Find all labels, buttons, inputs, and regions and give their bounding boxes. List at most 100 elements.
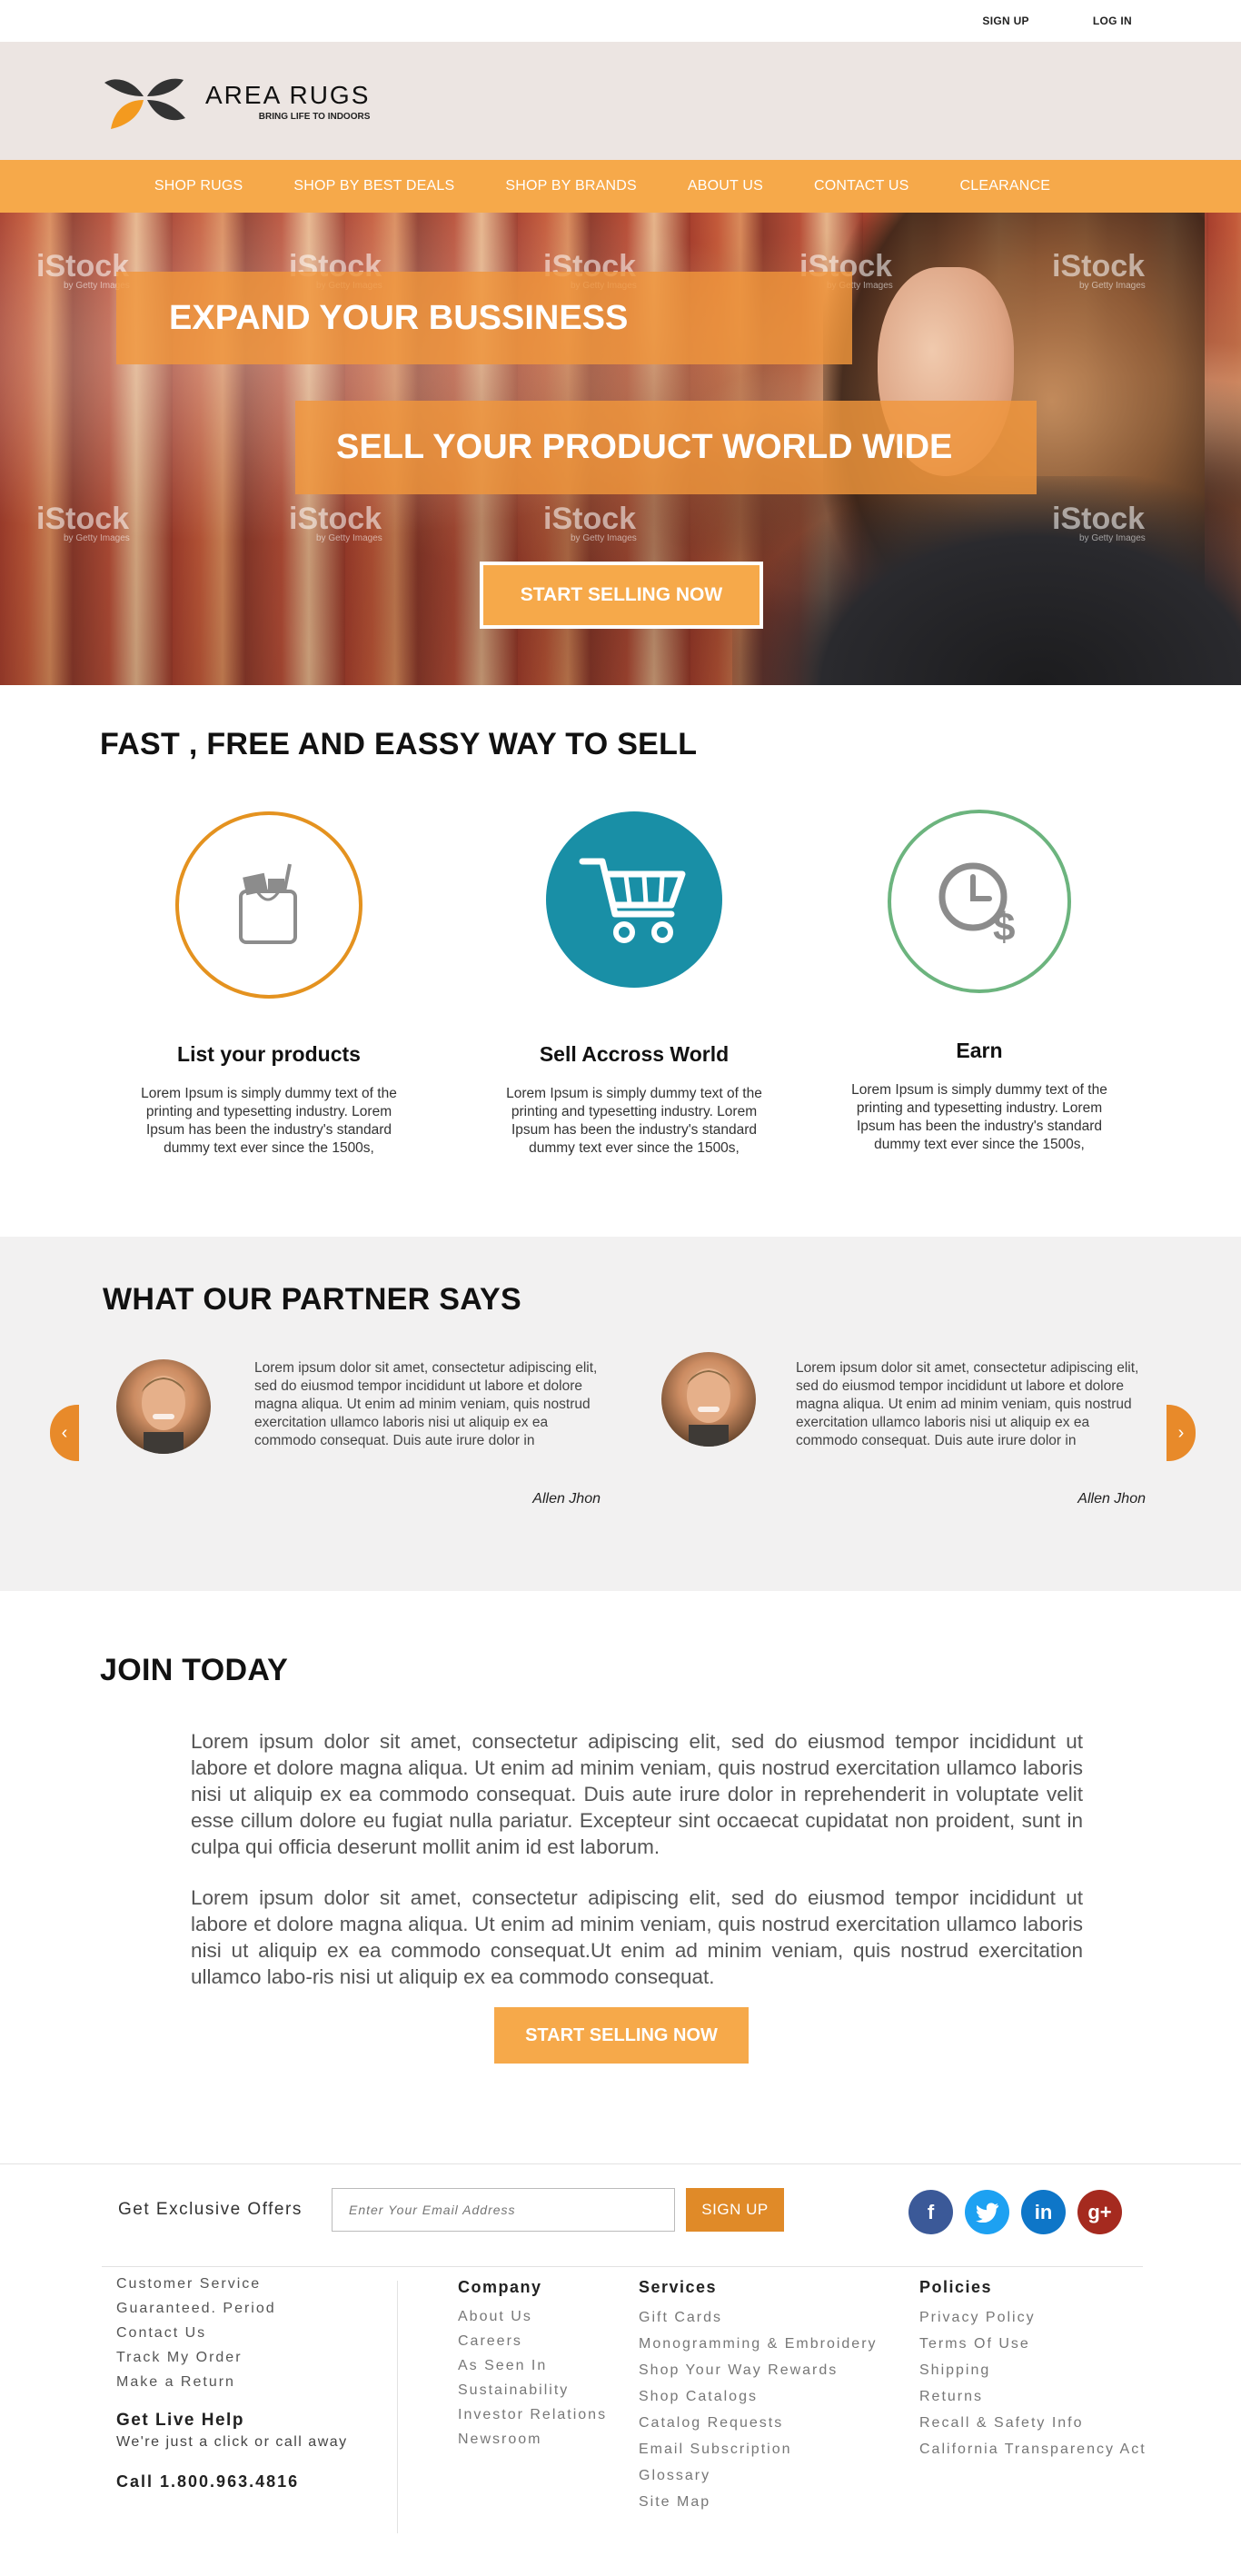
hero-banner: iStockby Getty Images iStockby Getty Ima… bbox=[0, 213, 1241, 685]
twitter-icon[interactable] bbox=[965, 2190, 1009, 2234]
main-nav: SHOP RUGS SHOP BY BEST DEALS SHOP BY BRA… bbox=[0, 160, 1241, 213]
site-header: AREA RUGS BRING LIFE TO INDOORS bbox=[0, 42, 1241, 160]
footer-link[interactable]: California Transparency Act bbox=[919, 2436, 1147, 2462]
footer-link[interactable]: Shipping bbox=[919, 2357, 1147, 2383]
top-bar: SIGN UP LOG IN bbox=[0, 0, 1241, 42]
watermark: iStockby Getty Images bbox=[1052, 249, 1146, 291]
testimonial-card: Lorem ipsum dolor sit amet, consectetur … bbox=[661, 1352, 1147, 1507]
page: SIGN UP LOG IN AREA RUGS BRING LIFE TO I… bbox=[0, 0, 1241, 2576]
offers-label: Get Exclusive Offers bbox=[118, 2200, 303, 2219]
footer-link[interactable]: Shop Catalogs bbox=[639, 2383, 878, 2410]
nav-contact[interactable]: CONTACT US bbox=[814, 178, 909, 194]
nav-shop-rugs[interactable]: SHOP RUGS bbox=[154, 178, 243, 194]
newsletter-signup-button[interactable]: SIGN UP bbox=[686, 2188, 784, 2232]
footer-link[interactable]: Gift Cards bbox=[639, 2304, 878, 2331]
footer-link[interactable]: Site Map bbox=[639, 2489, 878, 2515]
footer: Get Exclusive Offers SIGN UP f in g+ Cus… bbox=[0, 2163, 1241, 2576]
phone-number[interactable]: Call 1.800.963.4816 bbox=[116, 2472, 348, 2491]
footer-link[interactable]: Careers bbox=[458, 2329, 607, 2353]
nav-about[interactable]: ABOUT US bbox=[688, 178, 763, 194]
watermark: iStockby Getty Images bbox=[36, 502, 130, 543]
chevron-right-icon: › bbox=[1177, 1422, 1185, 1443]
footer-services-column: Services Gift Cards Monogramming & Embro… bbox=[639, 2278, 878, 2515]
avatar bbox=[116, 1359, 211, 1454]
footer-column-title: Company bbox=[458, 2278, 542, 2296]
google-plus-icon[interactable]: g+ bbox=[1077, 2190, 1122, 2234]
footer-column-divider bbox=[397, 2281, 398, 2533]
join-body: Lorem ipsum dolor sit amet, consectetur … bbox=[191, 1728, 1083, 1990]
footer-link[interactable]: Customer Service bbox=[116, 2272, 348, 2296]
prev-arrow-button[interactable]: ‹ bbox=[50, 1405, 79, 1461]
footer-link[interactable]: Email Subscription bbox=[639, 2436, 878, 2462]
watermark: iStockby Getty Images bbox=[543, 502, 637, 543]
social-links: f in g+ bbox=[908, 2190, 1122, 2234]
feature-title: Sell Accross World bbox=[539, 1042, 730, 1066]
footer-link[interactable]: Sustainability bbox=[458, 2378, 607, 2402]
testimonial-quote: Lorem ipsum dolor sit amet, consectetur … bbox=[254, 1360, 598, 1448]
footer-divider bbox=[102, 2266, 1143, 2267]
footer-link[interactable]: Privacy Policy bbox=[919, 2304, 1147, 2331]
nav-clearance[interactable]: CLEARANCE bbox=[960, 178, 1051, 194]
join-start-selling-button[interactable]: START SELLING NOW bbox=[494, 2007, 749, 2064]
hero-start-selling-button[interactable]: START SELLING NOW bbox=[480, 562, 763, 629]
login-link[interactable]: LOG IN bbox=[1093, 15, 1132, 27]
nav-best-deals[interactable]: SHOP BY BEST DEALS bbox=[293, 178, 454, 194]
footer-column-title: Services bbox=[639, 2278, 718, 2296]
signup-link[interactable]: SIGN UP bbox=[982, 15, 1028, 27]
footer-link[interactable]: Shop Your Way Rewards bbox=[639, 2357, 878, 2383]
next-arrow-button[interactable]: › bbox=[1167, 1405, 1196, 1461]
hero-subheadline: SELL YOUR PRODUCT WORLD WIDE bbox=[295, 401, 1037, 494]
clock-dollar-icon: $ bbox=[888, 810, 1071, 993]
nav-brands[interactable]: SHOP BY BRANDS bbox=[505, 178, 636, 194]
brand-tagline: BRING LIFE TO INDOORS bbox=[258, 111, 371, 122]
logo[interactable]: AREA RUGS BRING LIFE TO INDOORS bbox=[100, 69, 370, 133]
footer-link[interactable]: Returns bbox=[919, 2383, 1147, 2410]
testimonial-quote: Lorem ipsum dolor sit amet, consectetur … bbox=[796, 1360, 1139, 1448]
footer-link[interactable]: As Seen In bbox=[458, 2353, 607, 2378]
join-section: JOIN TODAY Lorem ipsum dolor sit amet, c… bbox=[0, 1591, 1241, 2163]
feature-text: Lorem Ipsum is simply dummy text of the … bbox=[506, 1086, 762, 1156]
email-input[interactable] bbox=[332, 2188, 675, 2232]
features-section: FAST , FREE AND EASSY WAY TO SELL List y… bbox=[0, 685, 1241, 1237]
footer-column-title: Policies bbox=[919, 2278, 993, 2296]
footer-link[interactable]: Newsroom bbox=[458, 2427, 607, 2452]
feature-item: $ Earn Lorem Ipsum is simply dummy text … bbox=[834, 810, 1125, 1154]
facebook-icon[interactable]: f bbox=[908, 2190, 953, 2234]
hero-person-jacket bbox=[732, 476, 1241, 685]
footer-link[interactable]: Track My Order bbox=[116, 2345, 348, 2370]
footer-link[interactable]: About Us bbox=[458, 2304, 607, 2329]
footer-link[interactable]: Glossary bbox=[639, 2462, 878, 2489]
hero-headline: EXPAND YOUR BUSSINESS bbox=[116, 272, 852, 364]
watermark: iStockby Getty Images bbox=[289, 502, 382, 543]
feature-text: Lorem Ipsum is simply dummy text of the … bbox=[141, 1086, 397, 1156]
feature-item: List your products Lorem Ipsum is simply… bbox=[124, 811, 414, 1158]
feature-item: Sell Accross World Lorem Ipsum is simply… bbox=[489, 811, 779, 1158]
join-title: JOIN TODAY bbox=[100, 1653, 289, 1687]
footer-customer-column: Customer Service Guaranteed. Period Cont… bbox=[116, 2272, 348, 2491]
footer-link[interactable]: Terms Of Use bbox=[919, 2331, 1147, 2357]
footer-link[interactable]: Guaranteed. Period bbox=[116, 2296, 348, 2321]
footer-link[interactable]: Monogramming & Embroidery bbox=[639, 2331, 878, 2357]
live-help-title: Get Live Help bbox=[116, 2411, 244, 2430]
testimonials-section: WHAT OUR PARTNER SAYS ‹ › Lorem ipsum do… bbox=[0, 1237, 1241, 1591]
footer-link[interactable]: Catalog Requests bbox=[639, 2410, 878, 2436]
features-title: FAST , FREE AND EASSY WAY TO SELL bbox=[100, 727, 698, 761]
testimonial-card: Lorem ipsum dolor sit amet, consectetur … bbox=[116, 1359, 602, 1507]
join-paragraph: Lorem ipsum dolor sit amet, consectetur … bbox=[191, 1730, 1083, 1858]
testimonial-author: Allen Jhon bbox=[532, 1491, 601, 1507]
watermark: iStockby Getty Images bbox=[1052, 502, 1146, 543]
feature-title: Earn bbox=[956, 1039, 1003, 1062]
footer-link[interactable]: Contact Us bbox=[116, 2321, 348, 2345]
footer-link[interactable]: Recall & Safety Info bbox=[919, 2410, 1147, 2436]
testimonials-title: WHAT OUR PARTNER SAYS bbox=[103, 1282, 521, 1317]
footer-link[interactable]: Make a Return bbox=[116, 2370, 348, 2394]
footer-link[interactable]: Investor Relations bbox=[458, 2402, 607, 2427]
testimonial-author: Allen Jhon bbox=[1077, 1491, 1146, 1507]
linkedin-icon[interactable]: in bbox=[1021, 2190, 1066, 2234]
features-list: List your products Lorem Ipsum is simply… bbox=[0, 762, 1241, 1156]
feature-title: List your products bbox=[177, 1042, 361, 1066]
join-paragraph: Lorem ipsum dolor sit amet, consectetur … bbox=[191, 1886, 1083, 1988]
butterfly-logo-icon bbox=[104, 78, 185, 129]
footer-company-column: Company About Us Careers As Seen In Sust… bbox=[458, 2278, 607, 2452]
chevron-left-icon: ‹ bbox=[61, 1422, 68, 1443]
